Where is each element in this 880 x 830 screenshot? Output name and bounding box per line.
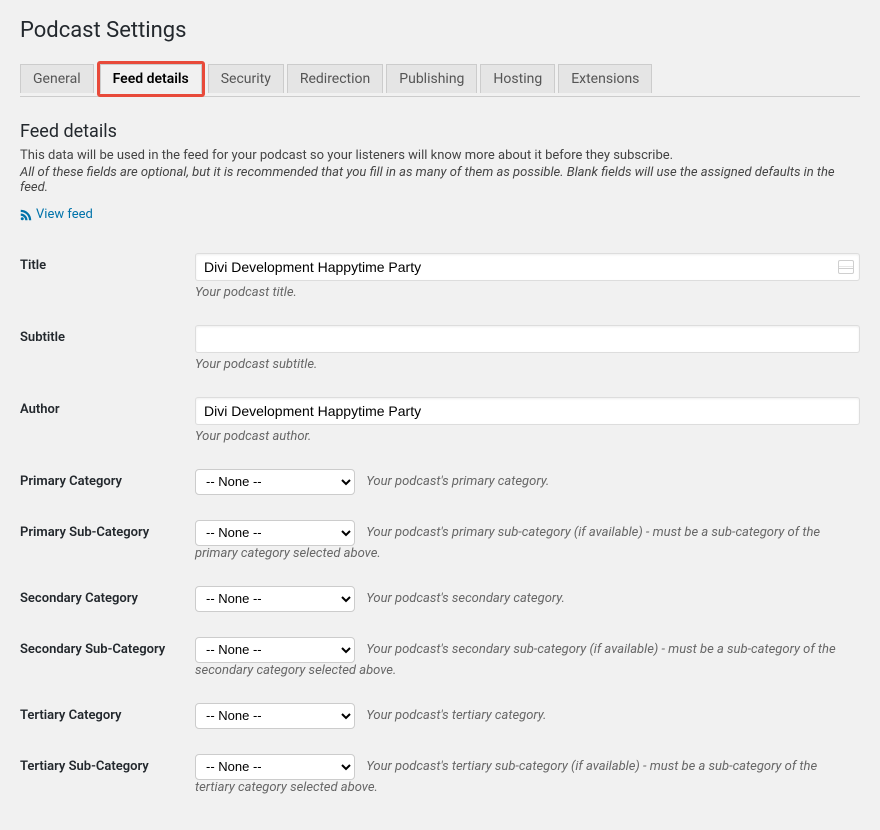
tab-bar: GeneralFeed detailsSecurityRedirectionPu… bbox=[20, 55, 860, 97]
field-label-primary-subcategory: Primary Sub-Category bbox=[20, 510, 195, 576]
section-heading: Feed details bbox=[20, 121, 860, 142]
tertiary-category-select[interactable]: -- None -- bbox=[195, 703, 355, 729]
title-input[interactable] bbox=[195, 253, 860, 281]
title-help: Your podcast title. bbox=[195, 285, 860, 300]
primary-subcategory-select[interactable]: -- None -- bbox=[195, 520, 355, 546]
field-label-tertiary-subcategory: Tertiary Sub-Category bbox=[20, 744, 195, 810]
tab-security[interactable]: Security bbox=[208, 64, 284, 93]
tab-redirection[interactable]: Redirection bbox=[287, 64, 383, 93]
field-label-secondary-category: Secondary Category bbox=[20, 576, 195, 627]
tab-publishing[interactable]: Publishing bbox=[386, 64, 477, 93]
tab-hosting[interactable]: Hosting bbox=[480, 64, 555, 93]
field-label-secondary-subcategory: Secondary Sub-Category bbox=[20, 627, 195, 693]
section-description: This data will be used in the feed for y… bbox=[20, 148, 860, 195]
secondary-category-help: Your podcast's secondary category. bbox=[366, 591, 565, 606]
field-label-author: Author bbox=[20, 387, 195, 459]
view-feed-link[interactable]: View feed bbox=[20, 207, 93, 222]
section-desc-line2: All of these fields are optional, but it… bbox=[20, 165, 860, 195]
rss-icon bbox=[20, 209, 32, 221]
section-desc-line1: This data will be used in the feed for y… bbox=[20, 148, 860, 163]
author-input[interactable] bbox=[195, 397, 860, 425]
tertiary-subcategory-select[interactable]: -- None -- bbox=[195, 754, 355, 780]
autosuggest-icon bbox=[838, 260, 854, 274]
primary-category-help: Your podcast's primary category. bbox=[366, 474, 549, 489]
author-help: Your podcast author. bbox=[195, 429, 860, 444]
field-label-subtitle: Subtitle bbox=[20, 315, 195, 387]
view-feed-label: View feed bbox=[36, 207, 93, 222]
field-label-title: Title bbox=[20, 243, 195, 315]
tertiary-category-help: Your podcast's tertiary category. bbox=[366, 708, 546, 723]
field-label-tertiary-category: Tertiary Category bbox=[20, 693, 195, 744]
subtitle-input[interactable] bbox=[195, 325, 860, 353]
tab-feed-details[interactable]: Feed details bbox=[100, 64, 202, 94]
primary-category-select[interactable]: -- None -- bbox=[195, 469, 355, 495]
subtitle-help: Your podcast subtitle. bbox=[195, 357, 860, 372]
secondary-category-select[interactable]: -- None -- bbox=[195, 586, 355, 612]
tab-highlight: Feed details bbox=[97, 61, 205, 97]
page-title: Podcast Settings bbox=[20, 10, 860, 43]
tab-extensions[interactable]: Extensions bbox=[558, 64, 652, 93]
tab-general[interactable]: General bbox=[20, 64, 94, 93]
field-label-primary-category: Primary Category bbox=[20, 459, 195, 510]
